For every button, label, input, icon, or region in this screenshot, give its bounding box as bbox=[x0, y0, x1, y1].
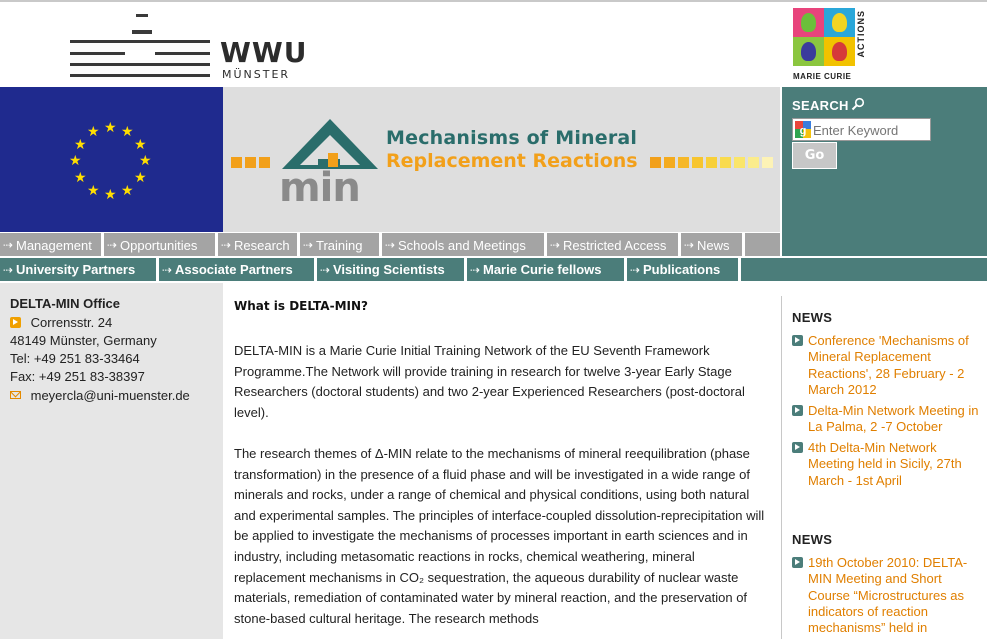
office-street: Corrensstr. 24 bbox=[30, 315, 113, 330]
marie-curie-logo[interactable]: ACTIONS MARIE CURIE bbox=[793, 8, 871, 82]
top-border bbox=[0, 0, 987, 2]
search-input-wrapper: g bbox=[792, 118, 931, 141]
nav-item-marie-curie-fellows[interactable]: ⇢ Marie Curie fellows bbox=[467, 258, 624, 281]
arrow-icon: ⇢ bbox=[303, 238, 314, 252]
intro-paragraph: DELTA-MIN is a Marie Curie Initial Train… bbox=[234, 343, 745, 420]
search-input[interactable] bbox=[813, 121, 927, 139]
secondary-nav: ⇢ University Partners ⇢ Associate Partners… bbox=[0, 258, 987, 281]
arrow-icon: ⇢ bbox=[684, 238, 695, 252]
banner-title-line1: Mechanisms of Mineral bbox=[386, 127, 638, 149]
office-street-line: Corrensstr. 24 bbox=[10, 315, 112, 330]
arrow-icon: ⇢ bbox=[385, 238, 396, 252]
nav-spacer bbox=[745, 233, 780, 256]
arrow-bullet-icon bbox=[10, 317, 21, 328]
star-icon: ★ bbox=[87, 182, 100, 198]
nav-spacer bbox=[741, 258, 987, 281]
marie-curie-actions-text: ACTIONS bbox=[856, 10, 866, 58]
news-item[interactable]: Delta-Min Network Meeting in La Palma, 2… bbox=[792, 403, 982, 436]
marie-curie-text: MARIE CURIE bbox=[793, 72, 852, 81]
star-icon: ★ bbox=[104, 186, 117, 202]
nav-item-news[interactable]: ⇢ News bbox=[681, 233, 742, 256]
news-sidebar: NEWS Conference 'Mechanisms of Mineral R… bbox=[792, 283, 987, 639]
star-icon: ★ bbox=[139, 152, 152, 168]
arrow-bullet-icon bbox=[792, 442, 803, 453]
magnifier-icon bbox=[851, 97, 865, 111]
min-logo-text: min bbox=[279, 165, 361, 211]
wwu-logo[interactable]: WWU MÜNSTER bbox=[70, 14, 310, 81]
nav-item-publications[interactable]: ⇢ Publications bbox=[627, 258, 738, 281]
nav-item-research[interactable]: ⇢ Research bbox=[218, 233, 297, 256]
nav-item-training[interactable]: ⇢ Training bbox=[300, 233, 379, 256]
nav-item-university-partners[interactable]: ⇢ University Partners bbox=[0, 258, 156, 281]
column-divider bbox=[781, 296, 782, 639]
arrow-bullet-icon bbox=[792, 557, 803, 568]
arrow-icon: ⇢ bbox=[320, 263, 331, 277]
primary-nav: ⇢ Management ⇢ Opportunities ⇢ Research ⇢ Tr… bbox=[0, 233, 782, 256]
office-title: DELTA-MIN Office bbox=[10, 296, 121, 311]
banner-title-line2: Replacement Reactions bbox=[386, 150, 638, 172]
wwu-name: WWU bbox=[220, 36, 308, 69]
wwu-city: MÜNSTER bbox=[222, 68, 291, 81]
office-email[interactable]: meyercla@uni-muenster.de bbox=[31, 388, 190, 403]
arrow-icon: ⇢ bbox=[221, 238, 232, 252]
nav-item-management[interactable]: ⇢ Management bbox=[0, 233, 101, 256]
nav-item-schools-meetings[interactable]: ⇢ Schools and Meetings bbox=[382, 233, 544, 256]
news-heading: NEWS bbox=[792, 532, 833, 547]
arrow-icon: ⇢ bbox=[550, 238, 561, 252]
mail-icon bbox=[10, 391, 21, 399]
arrow-icon: ⇢ bbox=[162, 263, 173, 277]
news-item[interactable]: 19th October 2010: DELTA-MIN Meeting and… bbox=[792, 555, 982, 636]
arrow-icon: ⇢ bbox=[3, 238, 14, 252]
star-icon: ★ bbox=[134, 136, 147, 152]
news-heading: NEWS bbox=[792, 310, 833, 325]
arrow-icon: ⇢ bbox=[630, 263, 641, 277]
star-icon: ★ bbox=[121, 123, 134, 139]
eu-flag: ★ ★ ★ ★ ★ ★ ★ ★ ★ ★ ★ ★ bbox=[0, 87, 223, 232]
star-icon: ★ bbox=[74, 169, 87, 185]
star-icon: ★ bbox=[121, 182, 134, 198]
news-item[interactable]: 4th Delta-Min Network Meeting held in Si… bbox=[792, 440, 982, 489]
office-sidebar: DELTA-MIN Office Corrensstr. 24 48149 Mü… bbox=[0, 283, 223, 639]
news-item[interactable]: Conference 'Mechanisms of Mineral Replac… bbox=[792, 333, 982, 398]
delta-min-banner: min Mechanisms of Mineral Replacement Re… bbox=[223, 87, 780, 232]
office-fax: Fax: +49 251 83-38397 bbox=[10, 369, 145, 384]
research-paragraph: The research themes of Δ-MIN relate to t… bbox=[234, 446, 765, 626]
arrow-bullet-icon bbox=[792, 405, 803, 416]
arrow-icon: ⇢ bbox=[470, 263, 481, 277]
office-city: 48149 Münster, Germany bbox=[10, 333, 157, 348]
star-icon: ★ bbox=[87, 123, 100, 139]
wwu-logo-mark bbox=[70, 14, 210, 80]
search-label: SEARCH bbox=[792, 98, 849, 113]
star-icon: ★ bbox=[134, 169, 147, 185]
arrow-icon: ⇢ bbox=[3, 263, 14, 277]
main-content: What is DELTA-MIN? DELTA-MIN is a Marie … bbox=[234, 283, 774, 639]
arrow-icon: ⇢ bbox=[107, 238, 118, 252]
google-icon: g bbox=[795, 121, 811, 138]
nav-item-visiting-scientists[interactable]: ⇢ Visiting Scientists bbox=[317, 258, 464, 281]
star-icon: ★ bbox=[69, 152, 82, 168]
star-icon: ★ bbox=[74, 136, 87, 152]
office-email-line[interactable]: meyercla@uni-muenster.de bbox=[10, 388, 190, 403]
office-tel[interactable]: Tel: +49 251 83-33464 bbox=[10, 351, 140, 366]
page-title: What is DELTA-MIN? bbox=[234, 299, 368, 313]
go-button[interactable]: Go bbox=[792, 142, 837, 169]
search-panel: SEARCH g Go bbox=[782, 87, 987, 256]
nav-item-associate-partners[interactable]: ⇢ Associate Partners bbox=[159, 258, 314, 281]
svg-text:g: g bbox=[800, 125, 807, 137]
star-icon: ★ bbox=[104, 119, 117, 135]
arrow-bullet-icon bbox=[792, 335, 803, 346]
nav-item-opportunities[interactable]: ⇢ Opportunities bbox=[104, 233, 215, 256]
nav-item-restricted-access[interactable]: ⇢ Restricted Access bbox=[547, 233, 678, 256]
